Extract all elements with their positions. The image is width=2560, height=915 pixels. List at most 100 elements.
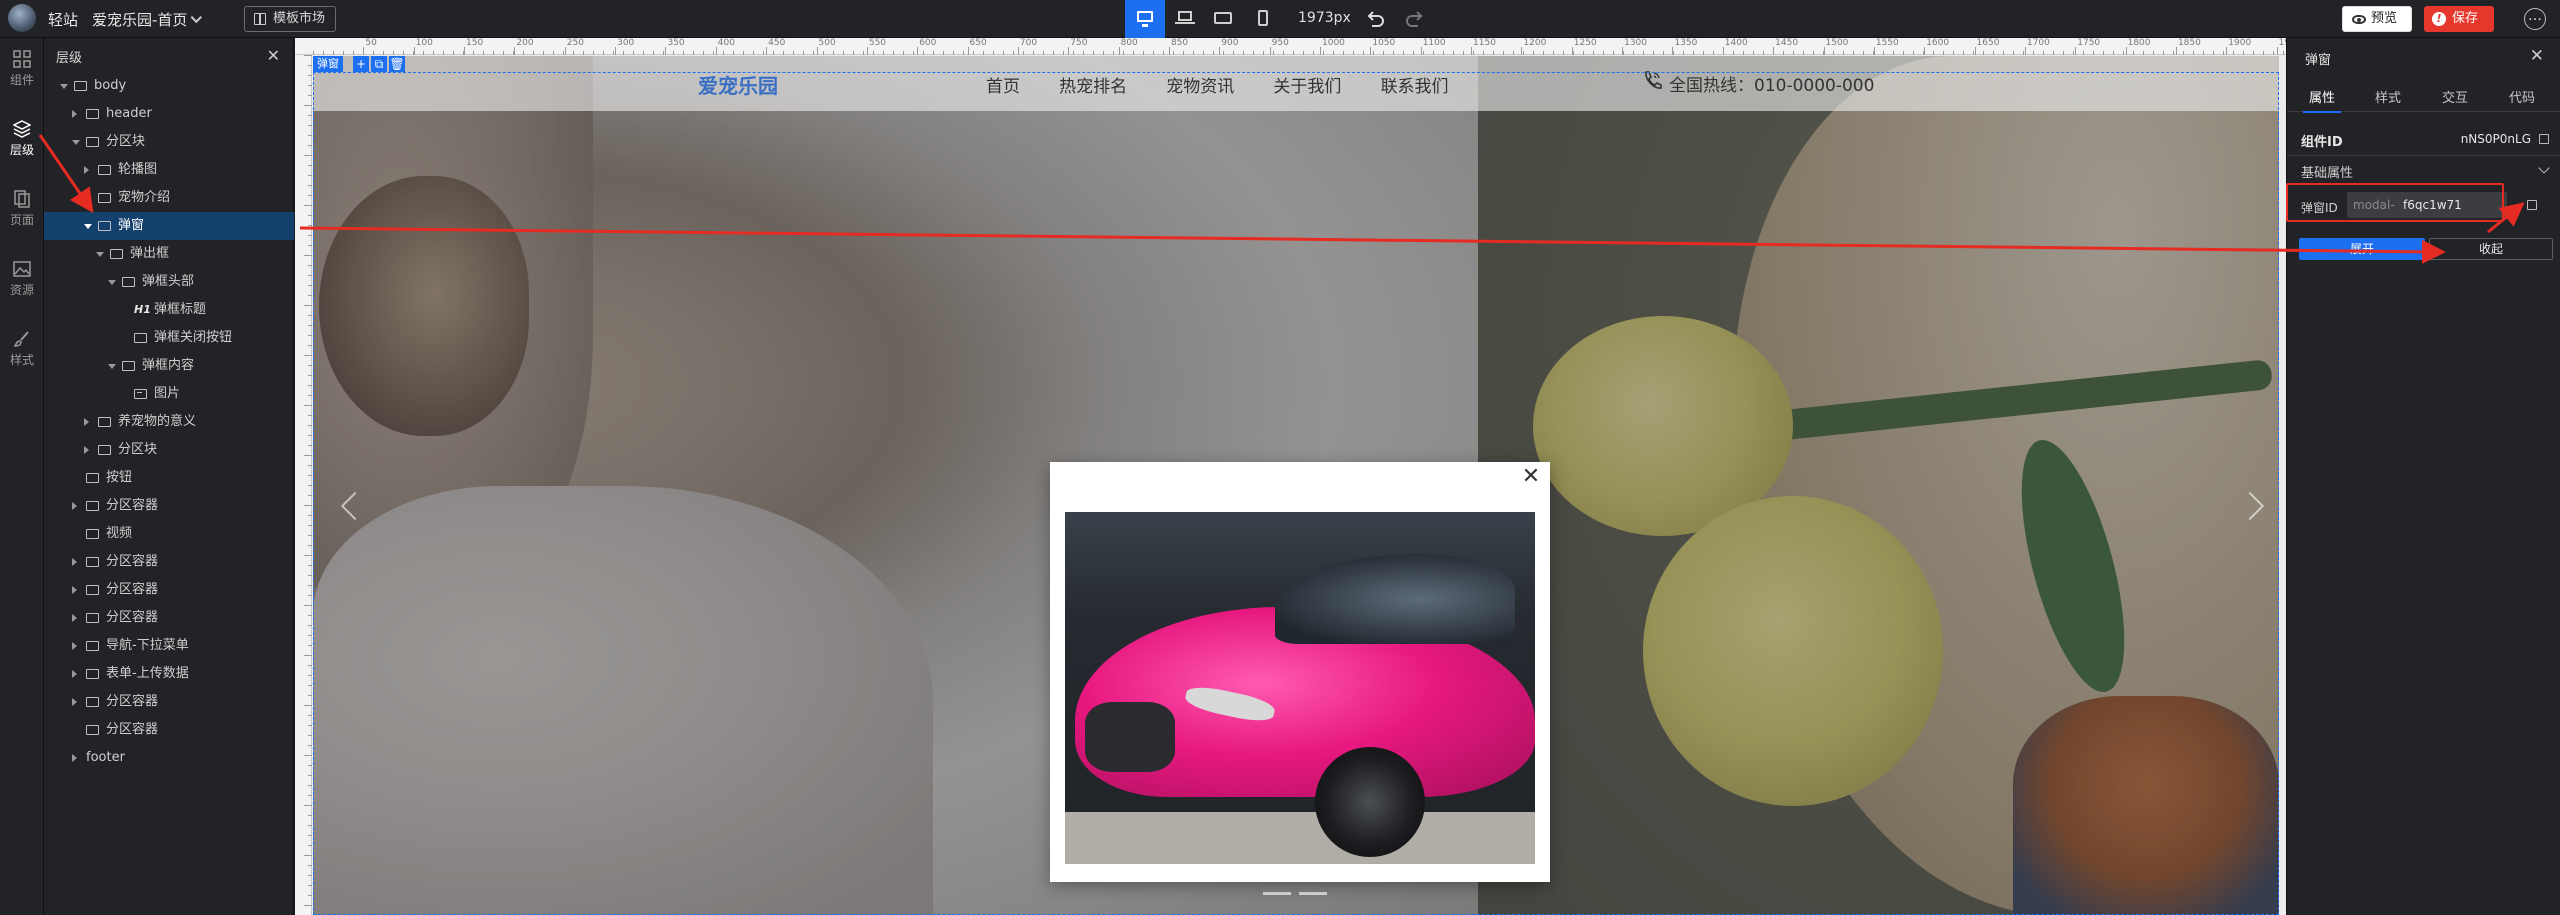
layer-tree-row[interactable]: footer [44, 744, 294, 772]
layer-tree-row[interactable]: 分区块 [44, 128, 294, 156]
layer-tree-row[interactable]: 分区块 [44, 436, 294, 464]
section-basic-props[interactable]: 基础属性 [2301, 162, 2353, 181]
layer-tree-row[interactable]: header [44, 100, 294, 128]
layer-tree-row[interactable]: 分区容器 [44, 576, 294, 604]
caret-right-icon[interactable] [84, 446, 89, 454]
layer-tree-row[interactable]: 轮播图 [44, 156, 294, 184]
preview-button[interactable]: 预览 [2342, 6, 2412, 32]
nav-link-home[interactable]: 首页 [986, 72, 1020, 97]
caret-right-icon[interactable] [72, 558, 77, 566]
container-icon [98, 417, 111, 427]
tab-code[interactable]: 代码 [2509, 87, 2535, 106]
nav-link-ranking[interactable]: 热宠排名 [1059, 72, 1127, 97]
caret-right-icon[interactable] [72, 614, 77, 622]
page-selector[interactable]: 爱宠乐园-首页 [92, 9, 203, 30]
panel-title: 弹窗 [2305, 53, 2332, 68]
rail-item-assets[interactable]: 资源 [0, 252, 44, 302]
nav-link-contact[interactable]: 联系我们 [1381, 72, 1449, 97]
caret-right-icon[interactable] [72, 110, 77, 118]
close-icon[interactable]: ✕ [1518, 464, 1544, 490]
caret-right-icon[interactable] [72, 754, 77, 762]
layer-tree-row[interactable]: 视频 [44, 520, 294, 548]
undo-button[interactable] [1364, 8, 1386, 30]
layer-tree-row[interactable]: 宠物介绍 [44, 184, 294, 212]
caret-down-icon[interactable] [96, 252, 104, 257]
layer-tree-row[interactable]: 按钮 [44, 464, 294, 492]
caret-down-icon[interactable] [84, 224, 92, 229]
tab-style[interactable]: 样式 [2375, 87, 2401, 106]
caret-right-icon[interactable] [72, 502, 77, 510]
device-laptop-button[interactable] [1165, 0, 1205, 38]
layer-tree-row[interactable]: 弹出框 [44, 240, 294, 268]
nav-link-about[interactable]: 关于我们 [1273, 72, 1341, 97]
layer-tree-row[interactable]: 弹框内容 [44, 352, 294, 380]
layer-tree-row[interactable]: 分区容器 [44, 688, 294, 716]
layer-tree-row[interactable]: 分区容器 [44, 548, 294, 576]
caret-right-icon[interactable] [84, 418, 89, 426]
caret-right-icon[interactable] [84, 194, 89, 202]
rail-item-styles[interactable]: 样式 [0, 322, 44, 372]
layer-tree-row[interactable]: 分区容器 [44, 604, 294, 632]
layer-tree-row[interactable]: 弹框关闭按钮 [44, 324, 294, 352]
save-button[interactable]: ! 保存 [2424, 6, 2494, 32]
ruler-tick [665, 47, 667, 55]
layer-tree-row[interactable]: 弹窗 [44, 212, 294, 240]
template-market-button[interactable]: 模板市场 [244, 6, 337, 32]
layer-tree-list: body header 分区块 轮播图 宠物介绍 弹窗 弹出框 弹框头部 H1 弹框标题 弹框关闭按… [44, 72, 294, 772]
page-preview[interactable]: 爱宠乐园 首页 热宠排名 宠物资讯 关于我们 联系我们 全国热线：010-000… [313, 56, 2279, 915]
delete-icon[interactable]: 🗑 [389, 56, 405, 72]
layer-tree-row[interactable]: 表单-上传数据 [44, 660, 294, 688]
ruler-minor-tick [1763, 51, 1764, 55]
layer-tree-row[interactable]: 导航-下拉菜单 [44, 632, 294, 660]
caret-right-icon[interactable] [72, 642, 77, 650]
caret-down-icon[interactable] [108, 364, 116, 369]
layer-tree-row[interactable]: 养宠物的意义 [44, 408, 294, 436]
ruler-minor-tick [1143, 51, 1144, 55]
ruler-minor-tick [2093, 51, 2094, 55]
rail-item-layers[interactable]: 层级 [0, 112, 44, 162]
caret-right-icon[interactable] [84, 166, 89, 174]
layer-tree-row[interactable]: 弹框头部 [44, 268, 294, 296]
copy-icon[interactable] [2539, 134, 2549, 144]
ruler-minor-tick [1673, 51, 1674, 55]
caret-right-icon[interactable] [72, 586, 77, 594]
caret-down-icon[interactable] [60, 84, 68, 89]
caret-right-icon[interactable] [72, 698, 77, 706]
ruler-minor-tick [1343, 51, 1344, 55]
layer-tree-row[interactable]: 分区容器 [44, 492, 294, 520]
collapse-button[interactable]: 收起 [2429, 238, 2553, 260]
close-icon[interactable]: ✕ [2530, 46, 2544, 66]
nav-link-news[interactable]: 宠物资讯 [1166, 72, 1234, 97]
chevron-down-icon[interactable] [2538, 162, 2550, 174]
copy-icon[interactable] [2527, 200, 2537, 210]
ruler-tick [308, 315, 312, 316]
rail-item-pages[interactable]: 页面 [0, 182, 44, 232]
device-phone-button[interactable] [1243, 0, 1283, 38]
expand-button[interactable]: 展开 [2299, 238, 2425, 260]
layer-tree-row[interactable]: body [44, 72, 294, 100]
device-desktop-button[interactable] [1125, 0, 1165, 38]
more-options-button[interactable]: … [2524, 8, 2546, 30]
design-canvas[interactable]: 50 100 150 200 250 300 350 400 450 500 550 600 650 70… [295, 38, 2295, 915]
device-tablet-button[interactable] [1203, 0, 1243, 38]
site-logo[interactable]: 爱宠乐园 [698, 70, 778, 99]
layer-tree-row[interactable]: 分区容器 [44, 716, 294, 744]
add-icon[interactable]: + [353, 56, 369, 72]
carousel-dot[interactable] [1263, 892, 1291, 895]
tab-attributes[interactable]: 属性 [2302, 87, 2342, 113]
ruler-tick [304, 755, 312, 756]
tab-interaction[interactable]: 交互 [2442, 87, 2468, 106]
rail-item-components[interactable]: 组件 [0, 42, 44, 92]
layer-tree-row[interactable]: 图片 [44, 380, 294, 408]
user-avatar[interactable] [8, 4, 36, 32]
caret-down-icon[interactable] [108, 280, 116, 285]
caret-right-icon[interactable] [72, 670, 77, 678]
site-nav: 首页 热宠排名 宠物资讯 关于我们 联系我们 [986, 72, 1484, 97]
caret-down-icon[interactable] [72, 140, 80, 145]
close-icon[interactable]: ✕ [267, 46, 280, 65]
copy-icon[interactable]: ⧉ [371, 56, 387, 72]
ruler-label: 450 [768, 38, 786, 48]
carousel-dot[interactable] [1299, 892, 1327, 895]
redo-button[interactable] [1404, 8, 1426, 30]
layer-tree-row[interactable]: H1 弹框标题 [44, 296, 294, 324]
